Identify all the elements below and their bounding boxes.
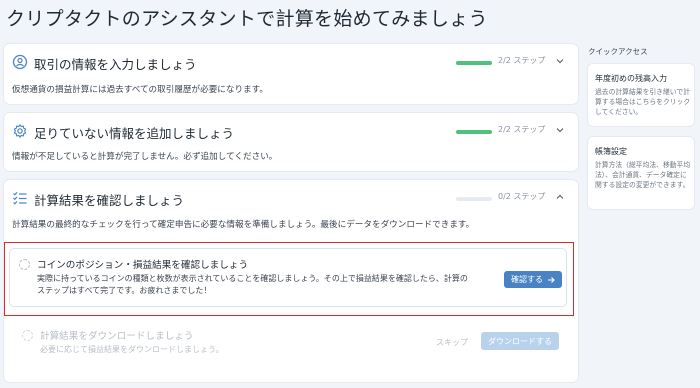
- section-header-add-missing-info[interactable]: 足りていない情報を追加しましょう 2/2 ステップ: [4, 113, 578, 153]
- task-title: 計算結果をダウンロードしましょう: [40, 331, 194, 342]
- quick-access-item-description: 過去の計算結果を引き継いで計算する場合はこちらをクリックしてください。: [595, 88, 691, 116]
- section-description: 計算結果の最終的なチェックを行って確定申告に必要な情報を準備しましょう。最後にデ…: [12, 220, 475, 230]
- step-count: 2/2 ステップ: [498, 125, 546, 134]
- step-count: 0/2 ステップ: [498, 192, 546, 201]
- section-title: 計算結果を確認しましょう: [34, 193, 185, 208]
- quick-access-item-title: 帳簿設定: [595, 147, 627, 156]
- quick-access-item-ledger-settings[interactable]: 帳簿設定 計算方法（総平均法、移動平均法）、会計通貨、データ確定に関する設定の変…: [588, 137, 694, 209]
- section-title: 足りていない情報を追加しましょう: [34, 126, 235, 141]
- gear-icon: [13, 124, 27, 138]
- quick-access-item-title: 年度初めの残高入力: [595, 74, 667, 83]
- quick-access-item-opening-balance[interactable]: 年度初めの残高入力 過去の計算結果を引き継いで計算する場合はこちらをクリックして…: [588, 64, 694, 126]
- section-title: 取引の情報を入力しましょう: [34, 57, 197, 72]
- section-card-add-missing-info: 足りていない情報を追加しましょう 2/2 ステップ 情報が不足していると計算が完…: [4, 113, 578, 171]
- chevron-down-icon[interactable]: [553, 123, 567, 137]
- confirm-button[interactable]: 確認する: [504, 271, 562, 288]
- task-status-circle: [22, 330, 33, 341]
- arrow-right-icon: [548, 276, 555, 283]
- task-status-circle: [19, 259, 30, 270]
- section-description: 仮想通貨の損益計算には過去すべての取引履歴が必要になります。: [12, 85, 269, 95]
- download-button[interactable]: ダウンロードする: [481, 332, 559, 350]
- task-title: コインのポジション・損益結果を確認しましょう: [37, 260, 249, 271]
- section-card-input-trades: 取引の情報を入力しましょう 2/2 ステップ 仮想通貨の損益計算には過去すべての…: [4, 44, 578, 104]
- checklist-icon: [13, 191, 27, 205]
- chevron-up-icon[interactable]: [553, 190, 567, 204]
- task-description: 必要に応じて損益結果をダウンロードしましょう。: [40, 345, 224, 354]
- quick-access-item-description: 計算方法（総平均法、移動平均法）、会計通貨、データ確定に関する設定の変更ができま…: [595, 161, 691, 189]
- task-description-line2: ステップはすべて完了です。お疲れさまでした！: [37, 286, 212, 295]
- progress-bar: [456, 130, 492, 134]
- step-count: 2/2 ステップ: [498, 56, 546, 65]
- task-item-check-positions[interactable]: コインのポジション・損益結果を確認しましょう 実際に持っているコインの種類と枚数…: [10, 249, 566, 306]
- page-title: クリプタクトのアシスタントで計算を始めてみましょう: [6, 8, 488, 30]
- quick-access-title: クイックアクセス: [588, 47, 648, 56]
- task-description-line1: 実際に持っているコインの種類と枚数が表示されていることを確認しましょう。その上で…: [37, 274, 468, 283]
- confirm-button-label: 確認する: [511, 275, 543, 284]
- progress-bar: [456, 197, 492, 201]
- highlighted-task-frame: コインのポジション・損益結果を確認しましょう 実際に持っているコインの種類と枚数…: [4, 242, 574, 316]
- section-header-input-trades[interactable]: 取引の情報を入力しましょう 2/2 ステップ: [4, 44, 578, 84]
- section-description: 情報が不足していると計算が完了しません。必ず追加してください。: [12, 152, 278, 162]
- skip-button[interactable]: スキップ: [436, 337, 468, 348]
- user-settings-icon: [12, 54, 28, 70]
- section-header-check-results[interactable]: 計算結果を確認しましょう 0/2 ステップ: [4, 180, 578, 220]
- progress-bar: [456, 61, 492, 65]
- chevron-down-icon[interactable]: [553, 54, 567, 68]
